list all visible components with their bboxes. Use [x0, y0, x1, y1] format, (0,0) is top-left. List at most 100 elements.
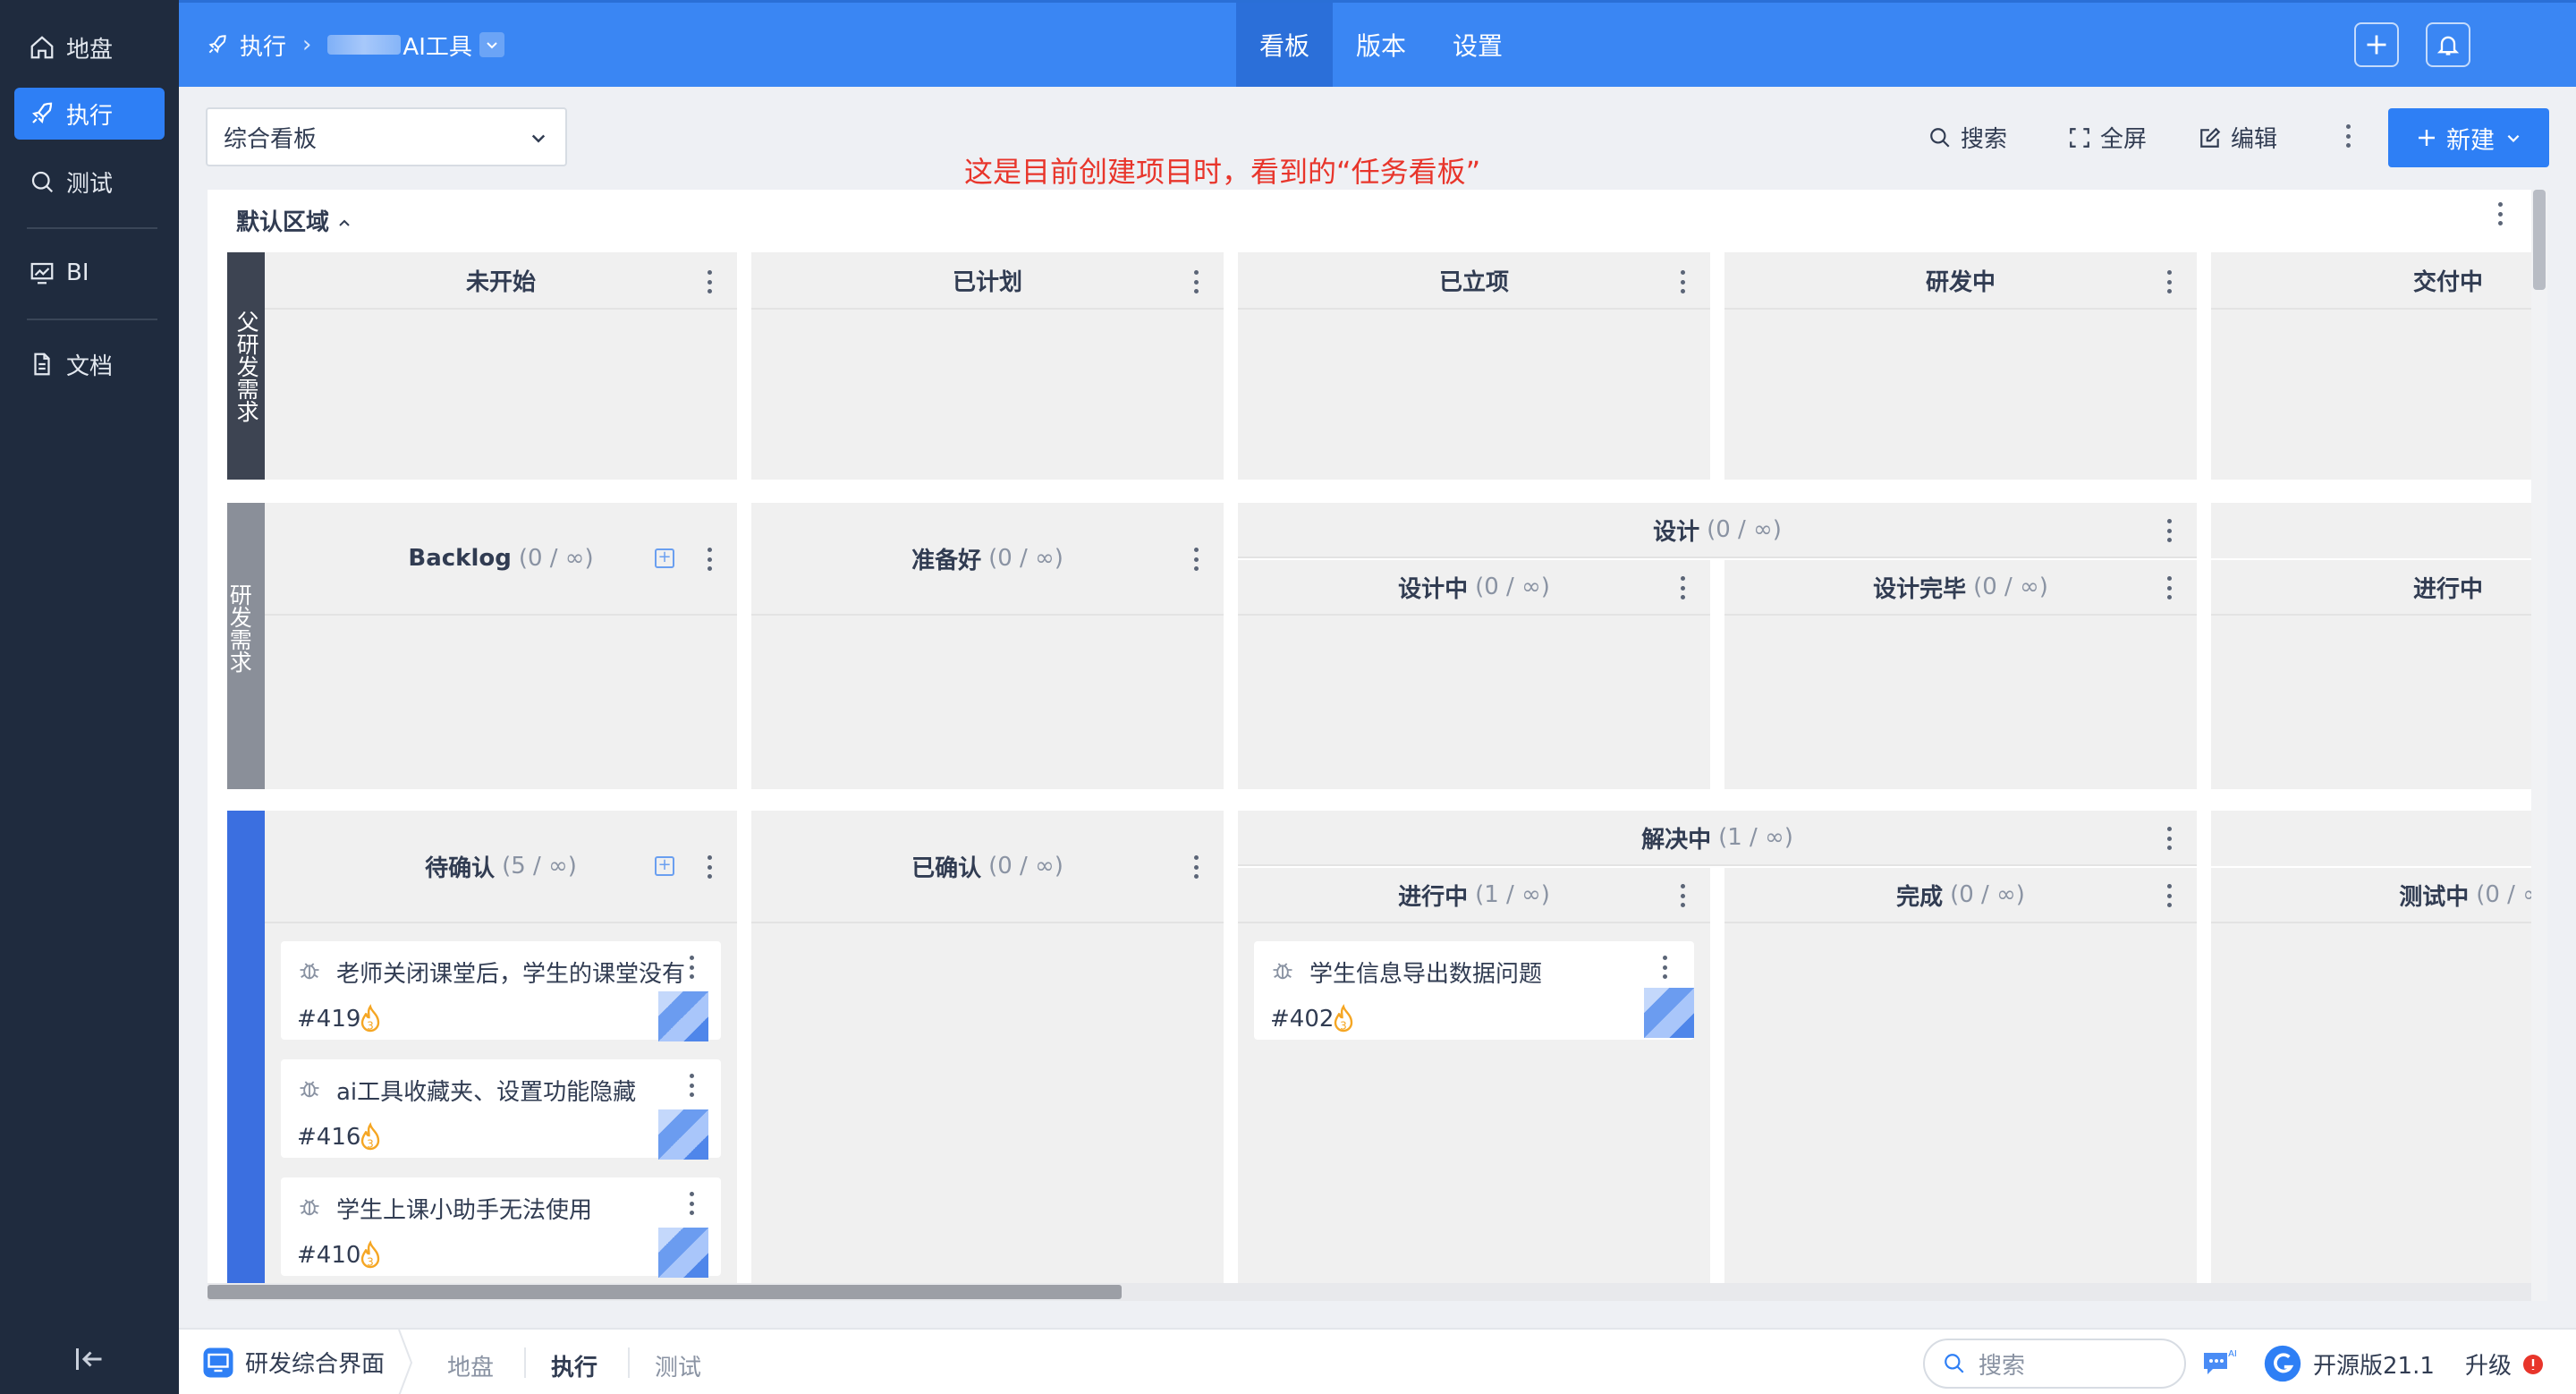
column-confirmed: 已确认 (0 / ∞): [751, 811, 1224, 1301]
app-switcher[interactable]: 研发综合界面: [202, 1346, 385, 1379]
alert-badge-icon: [2523, 1354, 2544, 1374]
column-count: (0 / ∞): [518, 545, 594, 572]
card-410[interactable]: 学生上课小助手无法使用 #410 3: [281, 1177, 721, 1278]
sidebar-item-test[interactable]: 测试: [14, 156, 165, 208]
breadcrumb-section[interactable]: 执行: [240, 29, 286, 62]
column-more-icon[interactable]: [2166, 519, 2172, 542]
new-button[interactable]: 新建: [2388, 108, 2549, 167]
fullscreen-button[interactable]: 全屏: [2068, 121, 2147, 154]
column-header: 设计中 (0 / ∞): [1238, 560, 1710, 616]
sidebar: 地盘 执行 测试 BI 文档: [0, 0, 179, 1394]
column-more-icon[interactable]: [2166, 576, 2172, 599]
tab-settings[interactable]: 设置: [1429, 3, 1526, 87]
column-more-icon[interactable]: [1193, 548, 1199, 571]
card-416[interactable]: ai工具收藏夹、设置功能隐藏 #416 3: [281, 1059, 721, 1160]
bug-icon: [300, 1081, 319, 1098]
add-card-button[interactable]: +: [655, 856, 674, 876]
search-check-icon: [31, 171, 54, 193]
card-419[interactable]: 老师关闭课堂后，学生的课堂没有 #419 3: [281, 941, 721, 1041]
card-title: 学生上课小助手无法使用: [336, 1197, 593, 1224]
column-more-icon[interactable]: [1193, 855, 1199, 879]
card-more-icon[interactable]: [689, 1192, 694, 1215]
version-info[interactable]: 开源版21.1: [2263, 1344, 2435, 1383]
column-title: 待确认: [425, 854, 496, 882]
column-header: 设计 (0 / ∞): [1238, 503, 2197, 558]
tab-kanban[interactable]: 看板: [1236, 3, 1334, 87]
assignee-avatar-redacted: [658, 1228, 708, 1278]
tab-separator: [628, 1347, 630, 1378]
sidebar-item-execution[interactable]: 执行: [14, 88, 165, 140]
bell-icon: [2436, 36, 2460, 55]
breadcrumb: 执行 › AI工具: [206, 3, 504, 87]
column-more-icon[interactable]: [707, 548, 712, 571]
column-count: (1 / ∞): [1718, 824, 1793, 851]
severity-value: 3: [367, 1138, 374, 1151]
column-more-icon[interactable]: [707, 270, 712, 293]
column-count: (1 / ∞): [1475, 881, 1550, 908]
board-select[interactable]: 综合看板: [206, 107, 567, 166]
sidebar-item-dashboard[interactable]: 地盘: [14, 21, 165, 73]
severity-fire-icon: 3: [1334, 1004, 1353, 1033]
bottom-tab-dashboard[interactable]: 地盘: [447, 1349, 494, 1382]
scroll-thumb[interactable]: [2533, 190, 2546, 290]
lane-label-requirement[interactable]: 研发需求: [226, 503, 265, 789]
card-more-icon[interactable]: [689, 956, 694, 979]
vertical-scrollbar[interactable]: [2531, 190, 2547, 1301]
card-more-icon[interactable]: [1662, 956, 1667, 979]
sidebar-item-label: 执行: [66, 102, 114, 130]
column-title: 进行中: [1398, 883, 1469, 911]
column-more-icon[interactable]: [2166, 270, 2172, 293]
column-count: (0 / ∞): [1950, 881, 2025, 908]
chevron-down-icon: [531, 134, 546, 143]
column-more-icon[interactable]: [2166, 827, 2172, 850]
region-more-icon[interactable]: [2497, 202, 2503, 225]
edit-button[interactable]: 编辑: [2199, 121, 2277, 154]
quick-create-button[interactable]: [2354, 22, 2399, 67]
search-icon: [1930, 127, 1950, 148]
search-icon: [1945, 1354, 1964, 1373]
project-switch-button[interactable]: [479, 32, 504, 57]
column-not-started: 未开始: [265, 252, 737, 480]
project-name-redacted: [327, 35, 402, 55]
column-title: 研发中: [1925, 268, 1996, 296]
global-search-input[interactable]: 搜索: [1923, 1339, 2186, 1389]
column-header: 测试中 (0 / ∞): [2211, 868, 2547, 923]
column-more-icon[interactable]: [1680, 270, 1685, 293]
project-name[interactable]: AI工具: [402, 29, 471, 62]
column-group-design: 设计 (0 / ∞): [1238, 503, 2197, 558]
upgrade-button[interactable]: 升级: [2465, 1347, 2544, 1381]
column-more-icon[interactable]: [1680, 884, 1685, 907]
column-more-icon[interactable]: [2166, 884, 2172, 907]
ai-chat-icon[interactable]: AI: [2200, 1346, 2240, 1380]
region-title[interactable]: 默认区域: [236, 204, 352, 237]
collapse-left-icon[interactable]: [73, 1346, 106, 1373]
column-design-done: 设计完毕 (0 / ∞): [1724, 560, 2197, 789]
column-header: 解决中 (1 / ∞): [1238, 811, 2197, 866]
bi-chart-icon: [30, 262, 54, 285]
horizontal-scrollbar[interactable]: [208, 1283, 2531, 1301]
sidebar-item-bi[interactable]: BI: [14, 247, 165, 299]
column-more-icon[interactable]: [1193, 270, 1199, 293]
column-more-icon[interactable]: [707, 855, 712, 879]
column-more-icon[interactable]: [1680, 576, 1685, 599]
bottom-tab-test[interactable]: 测试: [655, 1349, 701, 1382]
lane-label-bug[interactable]: [227, 811, 265, 1301]
scroll-thumb[interactable]: [208, 1285, 1122, 1299]
annotation-text: 这是目前创建项目时，看到的“任务看板”: [964, 155, 1481, 189]
column-title: 进行中: [2412, 575, 2483, 603]
more-options-icon[interactable]: [2345, 124, 2351, 148]
column-count: (0 / ∞): [988, 545, 1063, 572]
tab-version[interactable]: 版本: [1333, 3, 1429, 87]
lane-label-parent-requirement[interactable]: 父研发需求: [227, 252, 265, 480]
sidebar-item-label: 文档: [66, 353, 114, 380]
column-title: 未开始: [465, 268, 536, 296]
card-more-icon[interactable]: [689, 1074, 694, 1097]
chevron-divider: [398, 1330, 413, 1394]
sidebar-item-docs[interactable]: 文档: [14, 338, 165, 390]
column-done: 完成 (0 / ∞): [1724, 868, 2197, 1301]
search-button[interactable]: 搜索: [1928, 121, 2007, 154]
add-card-button[interactable]: +: [655, 548, 674, 568]
notification-button[interactable]: [2426, 22, 2470, 67]
card-402[interactable]: 学生信息导出数据问题 #402 3: [1254, 941, 1694, 1040]
bottom-tab-execution[interactable]: 执行: [551, 1349, 597, 1382]
